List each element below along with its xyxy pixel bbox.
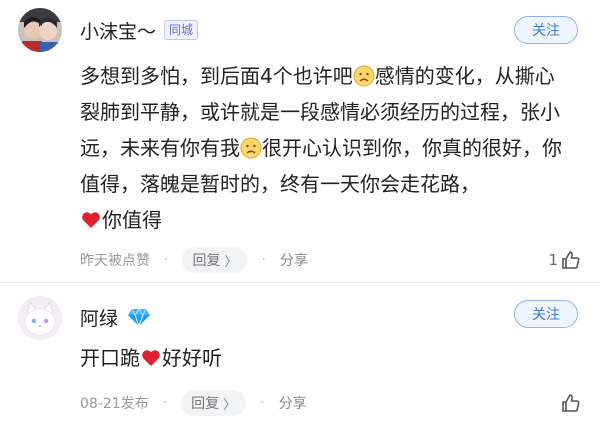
reply-button[interactable]: 回复 〉	[181, 390, 247, 416]
comment-meta: 08-21发布 · 回复 〉 · 分享	[80, 388, 582, 418]
comment-text-part: 你值得	[102, 208, 162, 232]
chevron-right-icon: 〉	[223, 397, 237, 413]
reply-button[interactable]: 回复 〉	[182, 247, 248, 273]
chevron-right-icon: 〉	[224, 254, 238, 270]
author-name[interactable]: 小沫宝〜	[80, 17, 156, 44]
avatar[interactable]	[18, 8, 62, 52]
sad-face-emoji-icon	[240, 137, 262, 159]
separator-dot: ·	[162, 395, 168, 411]
share-button[interactable]: 分享	[280, 250, 308, 270]
sad-face-emoji-icon	[353, 65, 375, 87]
like-button[interactable]	[560, 392, 582, 414]
separator-dot: ·	[261, 252, 266, 268]
comment-item: 阿绿 关注 开口跪 好好听 08-21发布 · 回复 〉 · 分享	[0, 282, 600, 440]
comment-item: 小沫宝〜 同城 关注 多想到多怕，到后面4个也许吧 感情的变化，从撕心裂肺到平静，…	[0, 0, 600, 282]
comment-text-part: 多想到多怕，到后面4个也许吧	[80, 64, 353, 88]
comment-time: 08-21发布	[80, 396, 149, 412]
avatar[interactable]	[18, 296, 62, 340]
comment-text-part: 好好听	[162, 346, 222, 370]
author-row: 阿绿	[80, 302, 152, 332]
thumb-up-icon	[562, 394, 580, 412]
comment-time: 昨天被点赞	[80, 253, 150, 269]
comment-text-part: 开口跪	[80, 346, 140, 370]
diamond-vip-icon	[128, 308, 151, 328]
comment-text: 开口跪 好好听	[80, 340, 574, 376]
like-button[interactable]: 1	[548, 249, 582, 271]
comment-list: 小沫宝〜 同城 关注 多想到多怕，到后面4个也许吧 感情的变化，从撕心裂肺到平静，…	[0, 0, 600, 440]
follow-button[interactable]: 关注	[514, 300, 578, 328]
red-heart-emoji-icon	[82, 212, 100, 228]
comment-text: 多想到多怕，到后面4个也许吧 感情的变化，从撕心裂肺到平静，或许就是一段感情必须经…	[80, 58, 574, 238]
reply-label: 回复	[191, 396, 220, 412]
author-name[interactable]: 阿绿	[80, 304, 118, 331]
red-heart-emoji-icon	[142, 350, 160, 366]
author-row: 小沫宝〜 同城	[80, 15, 199, 45]
separator-dot: ·	[164, 252, 169, 268]
separator-dot: ·	[260, 395, 265, 411]
like-count: 1	[548, 251, 558, 269]
reply-label: 回复	[192, 253, 221, 269]
follow-button[interactable]: 关注	[514, 16, 578, 44]
same-city-badge: 同城	[164, 20, 199, 40]
thumb-up-icon	[562, 251, 580, 269]
comment-meta: 昨天被点赞 · 回复 〉 · 分享 1	[80, 245, 582, 275]
share-button[interactable]: 分享	[279, 393, 307, 413]
